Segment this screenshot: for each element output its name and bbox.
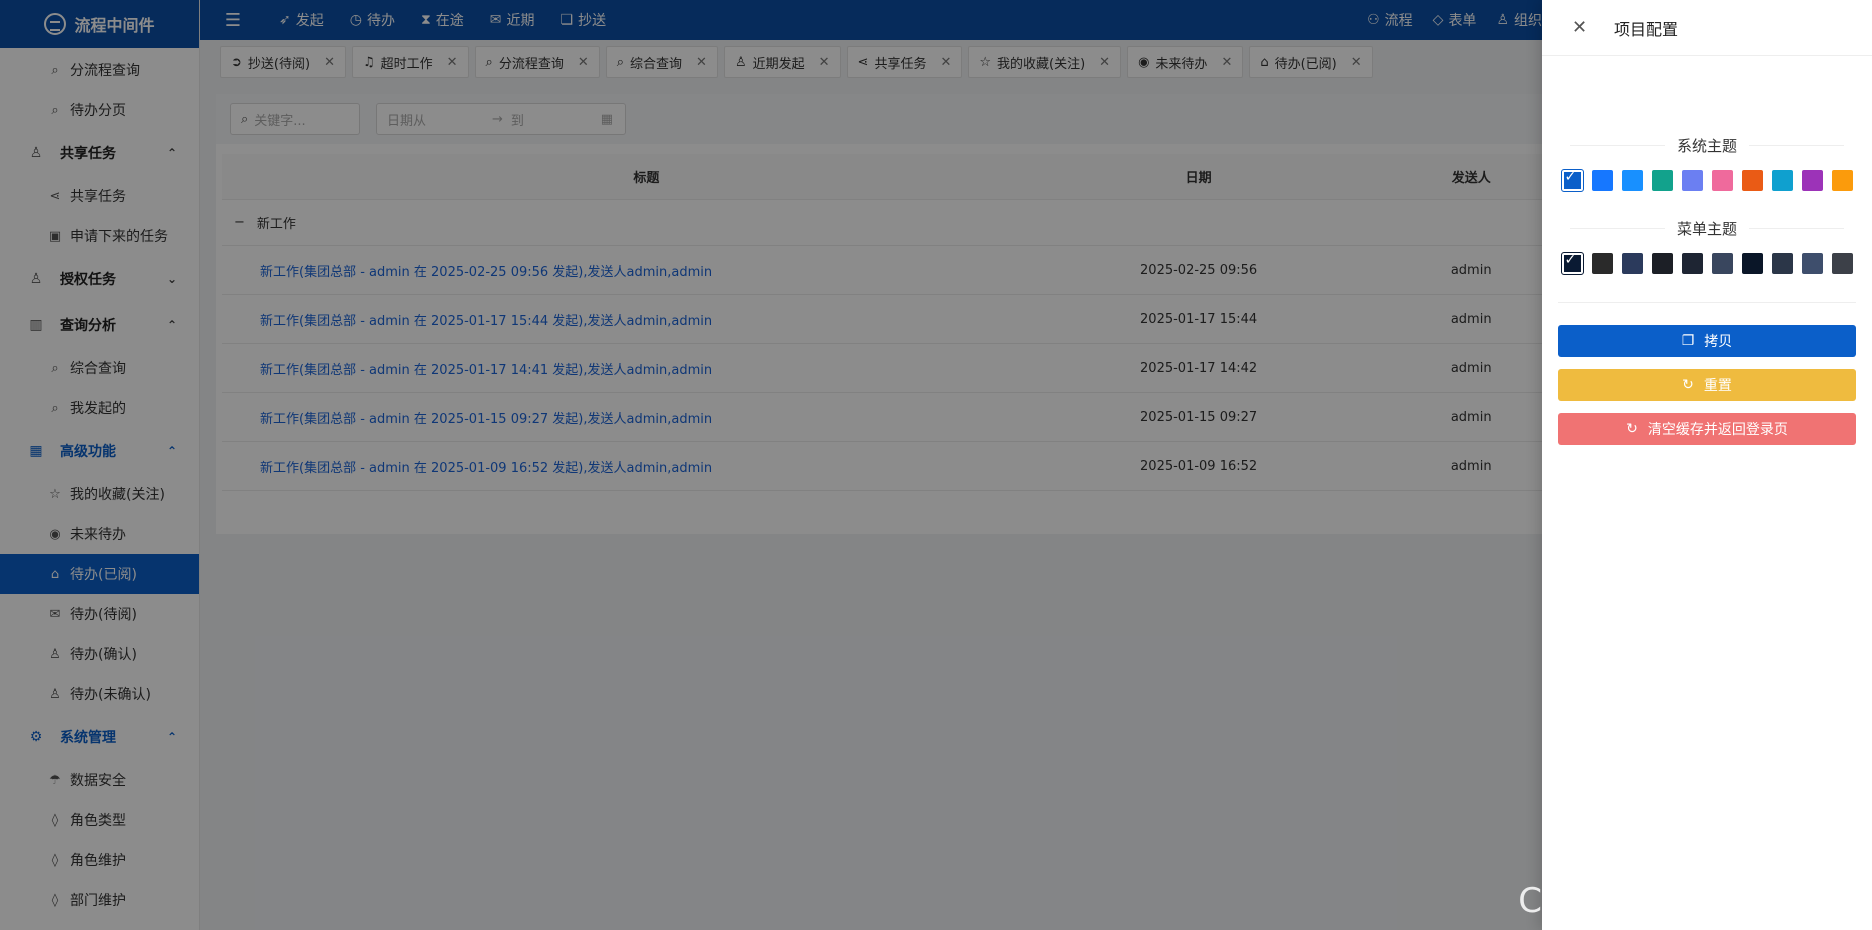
system-theme-swatch-8[interactable] bbox=[1801, 170, 1823, 191]
close-icon[interactable]: ✕ bbox=[1572, 17, 1592, 38]
drawer-header: ✕ 项目配置 bbox=[1542, 0, 1872, 56]
copy-button[interactable]: ❐ 拷贝 bbox=[1558, 325, 1856, 357]
system-theme-swatch-4[interactable] bbox=[1681, 170, 1703, 191]
menu-theme-swatch-2[interactable] bbox=[1621, 253, 1643, 274]
copy-button-label: 拷贝 bbox=[1704, 334, 1733, 350]
system-theme-swatch-5[interactable] bbox=[1711, 170, 1733, 191]
menu-theme-swatch-1[interactable] bbox=[1591, 253, 1613, 274]
copy-icon: ❐ bbox=[1681, 333, 1695, 349]
menu-theme-swatch-3[interactable] bbox=[1651, 253, 1673, 274]
menu-theme-swatch-8[interactable] bbox=[1801, 253, 1823, 274]
system-theme-swatch-1[interactable] bbox=[1591, 170, 1613, 191]
reset-button-label: 重置 bbox=[1703, 378, 1732, 394]
system-theme-swatches: ✓ bbox=[1542, 160, 1872, 201]
system-theme-title: 系统主题 bbox=[1542, 130, 1872, 160]
system-theme-swatch-0[interactable]: ✓ bbox=[1560, 169, 1584, 192]
clear-cache-button[interactable]: ↻ 清空缓存并返回登录页 bbox=[1558, 413, 1856, 445]
project-config-drawer: ✕ 项目配置 系统主题 ✓ 菜单主题 ✓ ❐ 拷贝 ↻ 重置 ↻ 清空缓存并返回… bbox=[1542, 0, 1872, 930]
menu-theme-label: 菜单主题 bbox=[1677, 219, 1738, 238]
refresh-icon: ↻ bbox=[1682, 377, 1694, 393]
system-theme-swatch-7[interactable] bbox=[1771, 170, 1793, 191]
reset-button[interactable]: ↻ 重置 bbox=[1558, 369, 1856, 401]
system-theme-swatch-2[interactable] bbox=[1621, 170, 1643, 191]
menu-theme-swatch-6[interactable] bbox=[1741, 253, 1763, 274]
system-theme-swatch-9[interactable] bbox=[1831, 170, 1853, 191]
menu-theme-swatch-4[interactable] bbox=[1681, 253, 1703, 274]
menu-theme-swatch-7[interactable] bbox=[1771, 253, 1793, 274]
drawer-title: 项目配置 bbox=[1614, 19, 1679, 39]
watermark: CSDN @牛油果爱编程 bbox=[1518, 881, 1864, 921]
app-shell: 流程中间件 ⌕ 分流程查询 ⌕ 待办分页 ♙ 共享任务 ⌃ ⋖ 共享任务 ▣ 申请下来的任务 ♙ 授权任… bbox=[0, 0, 1872, 930]
divider bbox=[1558, 302, 1856, 303]
menu-theme-swatch-9[interactable] bbox=[1831, 253, 1853, 274]
refresh-icon: ↻ bbox=[1626, 421, 1638, 437]
check-icon: ✓ bbox=[1564, 252, 1577, 268]
menu-theme-swatches: ✓ bbox=[1542, 243, 1872, 284]
check-icon: ✓ bbox=[1564, 169, 1577, 185]
system-theme-swatch-6[interactable] bbox=[1741, 170, 1763, 191]
menu-theme-swatch-5[interactable] bbox=[1711, 253, 1733, 274]
system-theme-label: 系统主题 bbox=[1677, 136, 1738, 155]
clear-cache-button-label: 清空缓存并返回登录页 bbox=[1647, 422, 1788, 438]
menu-theme-title: 菜单主题 bbox=[1542, 213, 1872, 243]
system-theme-swatch-3[interactable] bbox=[1651, 170, 1673, 191]
menu-theme-swatch-0[interactable]: ✓ bbox=[1560, 252, 1584, 275]
